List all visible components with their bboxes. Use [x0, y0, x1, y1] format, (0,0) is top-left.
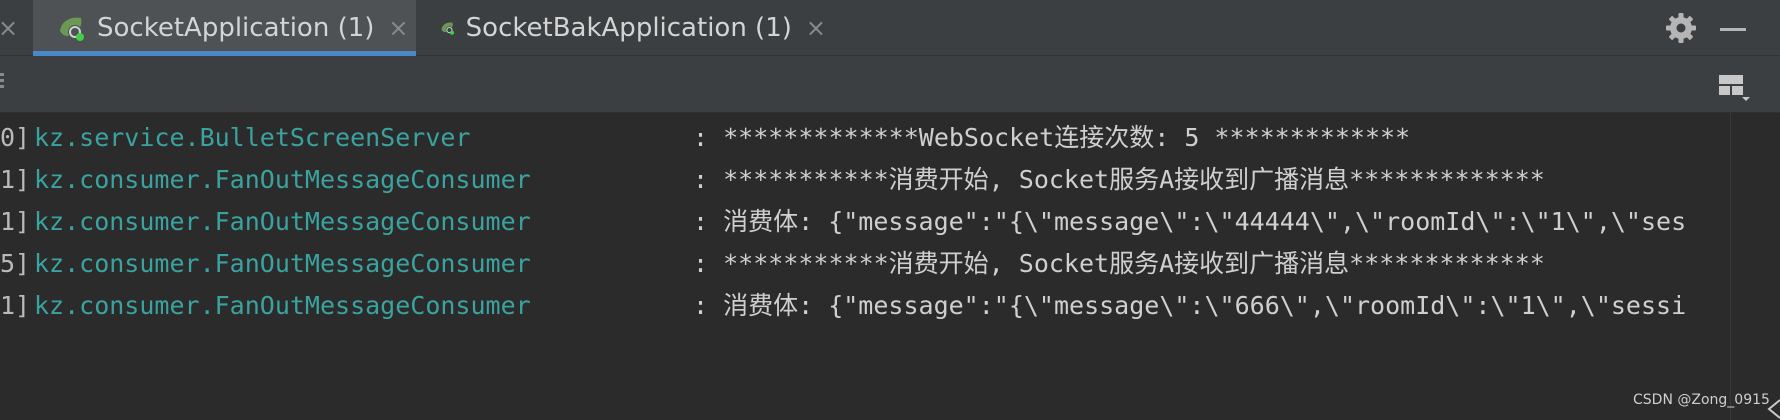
tab-close-icon[interactable]: ×: [388, 14, 408, 42]
tab-socket-application[interactable]: SocketApplication (1) ×: [33, 0, 416, 56]
log-message: : ***********消费开始, Socket服务A接收到广播消息*****…: [693, 249, 1545, 278]
watermark: CSDN @Zong_0915: [1633, 392, 1770, 408]
log-prefix: 0]: [0, 123, 31, 152]
run-tab-bar: × SocketApplication (1) × SocketBakAppli…: [0, 0, 1780, 56]
collapse-arrow-icon[interactable]: [1766, 398, 1780, 420]
logger-name: kz.consumer.FanOutMessageConsumer: [34, 249, 531, 278]
vertical-scrollbar[interactable]: [1730, 113, 1750, 420]
layout-icon[interactable]: [1718, 74, 1752, 102]
log-line: 5] kz.consumer.FanOutMessageConsumer : *…: [0, 243, 1730, 285]
log-prefix: 1]: [0, 291, 31, 320]
console-toolbar: [0, 56, 1780, 113]
drag-grip-icon[interactable]: [0, 73, 6, 95]
log-line: 1] kz.consumer.FanOutMessageConsumer : *…: [0, 159, 1730, 201]
log-message: : 消费体: {"message":"{\"message\":\"666\",…: [693, 291, 1687, 320]
log-line: 1] kz.consumer.FanOutMessageConsumer : 消…: [0, 285, 1730, 327]
log-prefix: 1]: [0, 165, 31, 194]
log-message: : *************WebSocket连接次数: 5 ********…: [693, 123, 1411, 152]
log-line: 1] kz.consumer.FanOutMessageConsumer : 消…: [0, 201, 1730, 243]
minimize-icon[interactable]: [1720, 28, 1746, 31]
tab-socket-bak-application[interactable]: SocketBakApplication (1) ×: [416, 0, 826, 56]
logger-name: kz.consumer.FanOutMessageConsumer: [34, 165, 531, 194]
log-message: : 消费体: {"message":"{\"message\":\"44444\…: [693, 207, 1687, 236]
tab-close-icon[interactable]: ×: [806, 14, 826, 42]
logger-name: kz.consumer.FanOutMessageConsumer: [34, 291, 531, 320]
logger-name: kz.service.BulletScreenServer: [34, 123, 471, 152]
log-message: : ***********消费开始, Socket服务A接收到广播消息*****…: [693, 165, 1545, 194]
tab-label: SocketApplication (1): [97, 13, 375, 43]
log-line: 0] kz.service.BulletScreenServer : *****…: [0, 117, 1730, 159]
console-output[interactable]: 0] kz.service.BulletScreenServer : *****…: [0, 113, 1730, 420]
gear-icon[interactable]: [1665, 12, 1697, 44]
tab-label: SocketBakApplication (1): [465, 13, 792, 43]
log-prefix: 5]: [0, 249, 31, 278]
spring-boot-app-icon: [60, 17, 84, 41]
log-prefix: 1]: [0, 207, 31, 236]
right-gutter: [1750, 113, 1780, 420]
spring-boot-app-icon: [441, 22, 455, 35]
logger-name: kz.consumer.FanOutMessageConsumer: [34, 207, 531, 236]
previous-tab-close-icon[interactable]: ×: [0, 14, 18, 42]
